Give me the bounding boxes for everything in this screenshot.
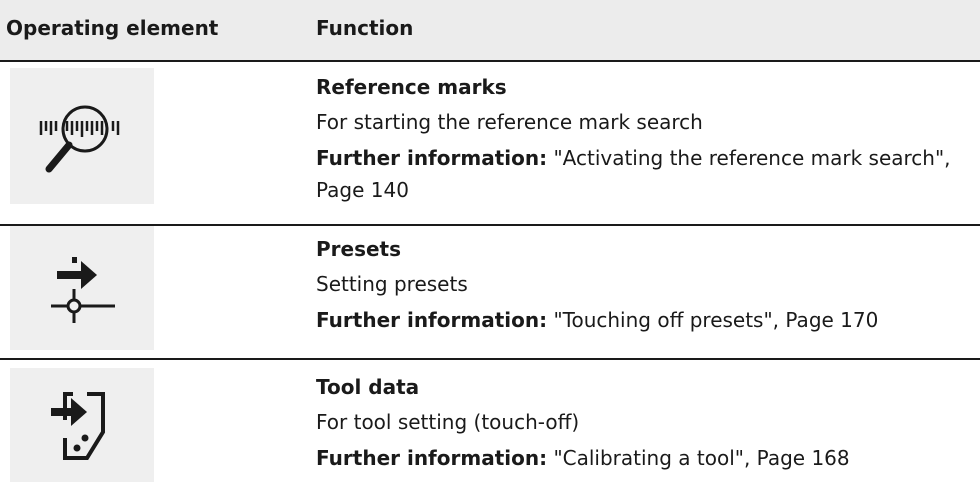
table-row: Tool data For tool setting (touch-off) F… [0, 360, 980, 482]
tool-data-icon [10, 368, 154, 482]
row-description: For starting the reference mark search [316, 110, 703, 134]
further-information: Further information: "Activating the ref… [316, 142, 970, 206]
table-row: Presets Setting presets Further informat… [0, 226, 980, 360]
further-information: Further information: "Calibrating a tool… [316, 442, 970, 474]
function-cell: Presets Setting presets Further informat… [316, 226, 970, 336]
row-title: Reference marks [316, 75, 507, 99]
table-header: Operating element Function [0, 0, 980, 62]
further-information-text: "Touching off presets", Page 170 [547, 308, 879, 332]
reference-mark-search-icon [10, 68, 154, 204]
header-operating-element: Operating element [6, 16, 219, 40]
functions-table: Operating element Function Reference mar… [0, 0, 980, 482]
row-title: Presets [316, 237, 402, 261]
function-cell: Reference marks For starting the referen… [316, 64, 970, 206]
further-information: Further information: "Touching off prese… [316, 304, 970, 336]
row-title: Tool data [316, 375, 420, 399]
further-information-label: Further information: [316, 146, 548, 170]
presets-icon [10, 226, 154, 350]
further-information-label: Further information: [316, 446, 548, 470]
further-information-text: "Calibrating a tool", Page 168 [547, 446, 850, 470]
table-row: Reference marks For starting the referen… [0, 62, 980, 226]
row-description: For tool setting (touch-off) [316, 410, 580, 434]
row-description: Setting presets [316, 272, 468, 296]
function-cell: Tool data For tool setting (touch-off) F… [316, 364, 970, 474]
further-information-label: Further information: [316, 308, 548, 332]
header-function: Function [316, 16, 414, 40]
